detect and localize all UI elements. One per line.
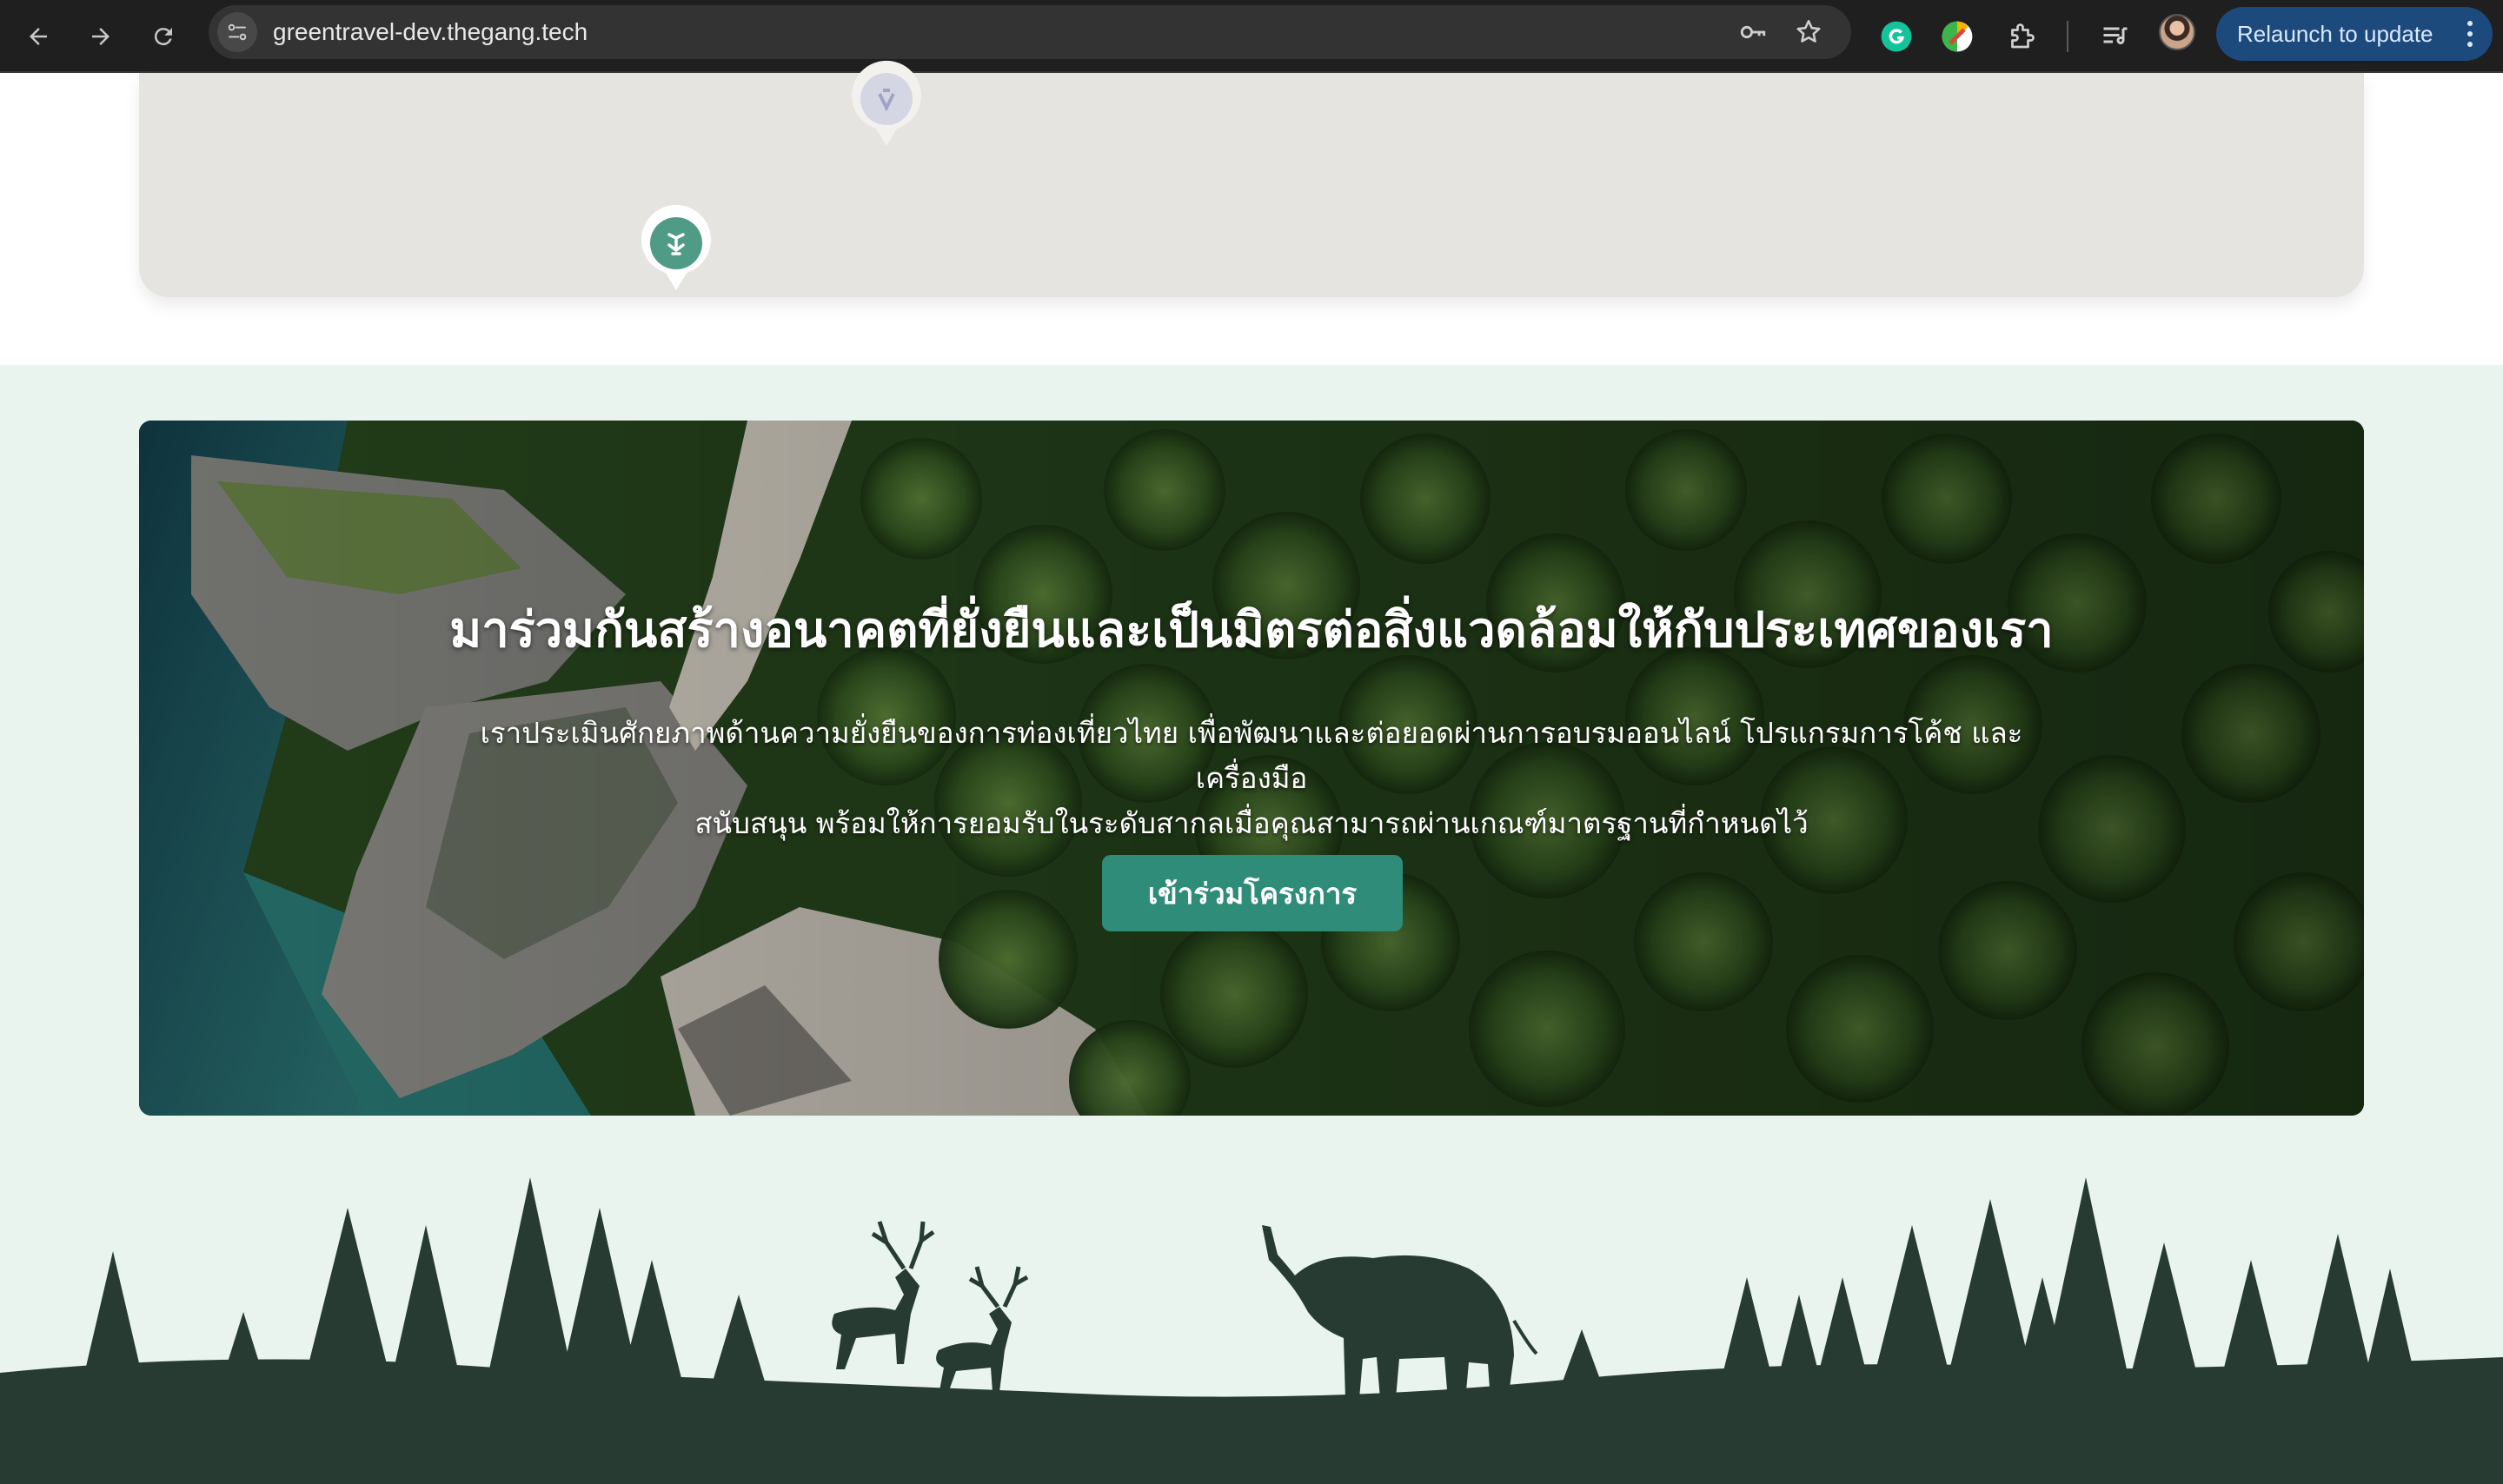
pine-tree xyxy=(222,1312,265,1381)
elephant-silhouette xyxy=(1262,1225,1538,1401)
join-program-button[interactable]: เข้าร่วมโครงการ xyxy=(1102,855,1403,931)
relaunch-label: Relaunch to update xyxy=(2237,20,2433,47)
reload-icon xyxy=(154,28,172,46)
url-text[interactable]: greentravel-dev.thegang.tech xyxy=(273,17,588,47)
pine-tree xyxy=(2129,1242,2199,1381)
password-key-icon xyxy=(1740,25,1766,39)
pine-tree xyxy=(1563,1329,1601,1381)
profile-avatar[interactable] xyxy=(2159,14,2195,50)
reload-button[interactable] xyxy=(139,12,188,61)
relaunch-to-update-button[interactable]: Relaunch to update xyxy=(2216,7,2493,61)
cta-description: เราประเมินศักยภาพด้านความยั่งยืนของการท่… xyxy=(469,711,2034,846)
site-info-button[interactable] xyxy=(217,12,257,52)
cta-title: มาร่วมกันสร้างอนาคตที่ยั่งยืนและเป็นมิตร… xyxy=(449,602,2054,659)
color-extension[interactable] xyxy=(1935,14,1980,59)
pine-tree xyxy=(1721,1277,1773,1381)
reading-list-icon xyxy=(2103,27,2128,44)
browser-toolbar: greentravel-dev.thegang.tech Relaunch to… xyxy=(0,0,2503,73)
site-info-icon xyxy=(228,23,247,41)
pine-tree xyxy=(621,1260,682,1381)
pine-tree xyxy=(2303,1234,2373,1381)
pine-tree xyxy=(2221,1260,2281,1381)
forest-wildlife-silhouette xyxy=(0,1177,2503,1484)
map-view[interactable] xyxy=(139,60,2364,297)
pine-tree xyxy=(1947,1199,2034,1381)
extensions-button[interactable] xyxy=(1999,14,2044,59)
back-button[interactable] xyxy=(14,12,63,61)
tourism-marker-muted[interactable] xyxy=(845,56,928,151)
menu-dots-icon xyxy=(2467,21,2473,47)
extensions-puzzle-icon xyxy=(2011,23,2035,49)
toolbar-divider xyxy=(2067,21,2068,52)
password-key-button[interactable] xyxy=(1733,12,1773,52)
pine-tree xyxy=(304,1208,391,1381)
forward-button[interactable] xyxy=(76,12,125,61)
pine-tree xyxy=(1816,1277,1869,1381)
bookmark-star-icon xyxy=(1796,19,1821,43)
bookmark-button[interactable] xyxy=(1789,12,1829,52)
pine-tree xyxy=(487,1177,574,1381)
tourism-marker-active[interactable] xyxy=(634,200,718,295)
grammarly-icon xyxy=(1881,21,1912,52)
pine-tree xyxy=(1777,1295,1821,1381)
pine-tree xyxy=(561,1208,639,1381)
pine-tree xyxy=(2364,1269,2416,1381)
cta-description-line-1: เราประเมินศักยภาพด้านความยั่งยืนของการท่… xyxy=(480,716,2023,795)
pine-tree xyxy=(391,1225,461,1381)
grammarly-extension[interactable] xyxy=(1874,14,1919,59)
deer-silhouette xyxy=(832,1221,935,1369)
pine-tree xyxy=(1873,1225,1951,1381)
forward-icon xyxy=(92,28,110,45)
pine-tree xyxy=(713,1295,765,1381)
reading-list-button[interactable] xyxy=(2093,14,2138,59)
pine-tree xyxy=(83,1251,143,1381)
address-bar[interactable]: greentravel-dev.thegang.tech xyxy=(209,5,1851,59)
color-picker-extension-icon xyxy=(1942,21,1973,52)
back-icon xyxy=(30,28,47,45)
pine-tree xyxy=(2042,1177,2129,1381)
cta-description-line-2: สนับสนุน พร้อมให้การยอมรับในระดับสากลเมื… xyxy=(694,806,1809,840)
deer-silhouette xyxy=(936,1266,1029,1395)
